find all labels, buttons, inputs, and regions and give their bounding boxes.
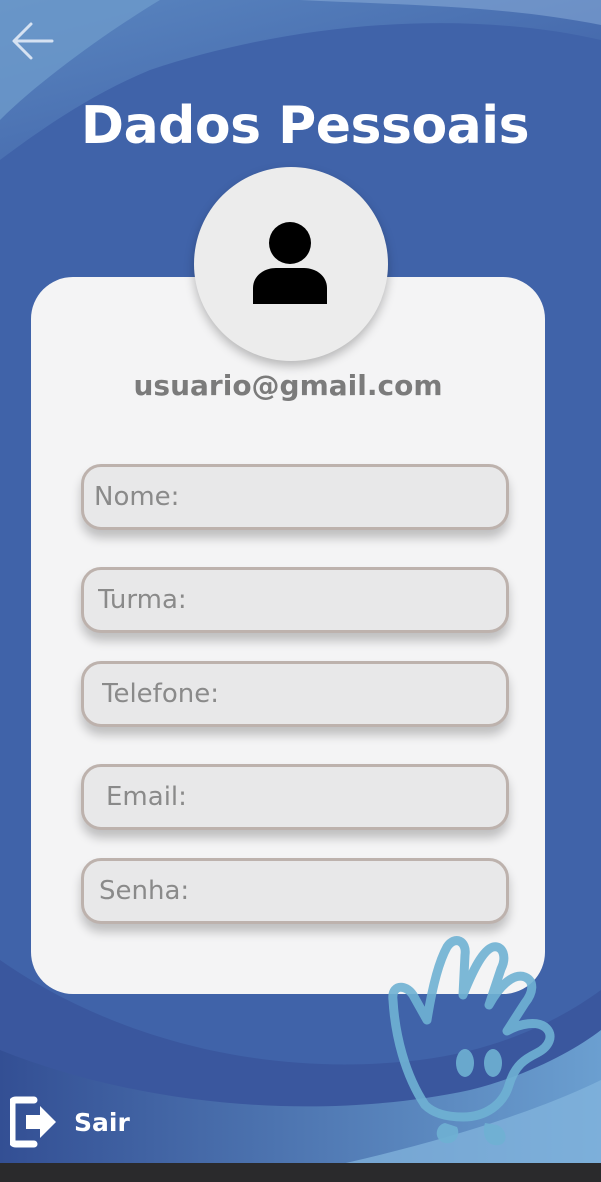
phone-input[interactable] xyxy=(102,679,506,709)
logout-label: Sair xyxy=(74,1107,130,1137)
password-input[interactable] xyxy=(99,876,506,906)
system-bottom-bar xyxy=(0,1163,601,1182)
class-input[interactable] xyxy=(98,585,506,615)
logout-button[interactable]: Sair xyxy=(10,1096,130,1148)
logout-icon xyxy=(10,1096,56,1148)
arrow-left-icon xyxy=(12,22,54,60)
email-field[interactable] xyxy=(81,764,509,830)
avatar[interactable] xyxy=(194,167,388,361)
hand-mascot-illustration xyxy=(388,936,555,1146)
page-title: Dados Pessoais xyxy=(80,96,530,156)
email-input[interactable] xyxy=(106,782,506,812)
name-field[interactable] xyxy=(81,464,509,530)
class-field[interactable] xyxy=(81,567,509,633)
phone-field[interactable] xyxy=(81,661,509,727)
user-email: usuario@gmail.com xyxy=(133,369,443,402)
name-input[interactable] xyxy=(94,482,506,512)
back-button[interactable] xyxy=(8,18,58,64)
password-field[interactable] xyxy=(81,858,509,924)
user-icon xyxy=(253,222,327,304)
